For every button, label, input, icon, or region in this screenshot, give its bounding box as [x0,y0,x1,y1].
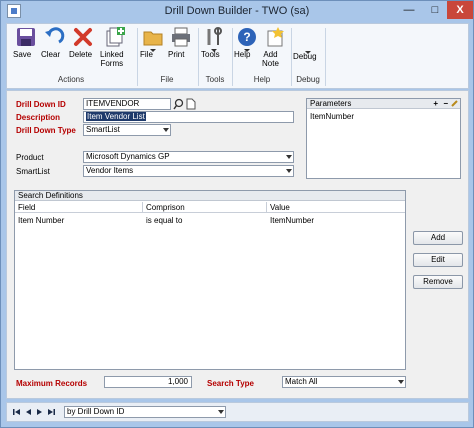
search-type-label: Search Type [207,379,254,388]
delete-button[interactable]: Delete [69,26,97,59]
save-label: Save [13,50,32,59]
chevron-down-icon [163,128,169,132]
product-value: Microsoft Dynamics GP [86,152,170,161]
add-note-label: Add Note [262,50,279,68]
print-label: Print [168,50,185,59]
smartlist-label: SmartList [16,167,50,176]
help-menu-button[interactable]: ? Help [234,26,260,59]
add-note-button[interactable]: Add Note [262,26,288,68]
add-button[interactable]: Add [413,231,463,245]
table-row[interactable]: Item Number is equal to ItemNumber [15,214,405,226]
comparison-column-header[interactable]: Comprison [143,202,267,213]
sort-by-select[interactable]: by Drill Down ID [64,406,226,418]
folder-icon [142,26,164,48]
save-button[interactable]: Save [13,26,39,59]
drill-down-builder-window: Drill Down Builder - TWO (sa) — □ X Save… [0,0,474,428]
ribbon-separator [325,28,326,86]
search-type-select[interactable]: Match All [282,376,406,388]
remove-parameter-icon[interactable]: − [443,99,448,109]
sort-by-value: by Drill Down ID [67,407,125,416]
remove-button[interactable]: Remove [413,275,463,289]
form-content: Drill Down ID ITEMVENDOR Description Ite… [6,90,469,399]
add-note-icon [264,26,286,48]
row-field-cell: Item Number [18,216,65,225]
row-comparison-cell: is equal to [146,216,183,225]
title-bar: Drill Down Builder - TWO (sa) — □ X [1,1,473,23]
tools-icon [203,26,225,48]
file-group-label: File [160,75,174,84]
value-column-header[interactable]: Value [267,202,405,213]
lookup-icon[interactable] [173,98,184,110]
print-icon [170,26,192,48]
product-select[interactable]: Microsoft Dynamics GP [83,151,294,163]
help-group-label: Help [253,75,271,84]
file-menu-button[interactable]: File [140,26,166,59]
save-icon [15,26,37,48]
first-record-icon[interactable] [13,408,21,418]
field-column-header[interactable]: Field [15,202,143,213]
actions-group-label: Actions [57,75,85,84]
ribbon-toolbar: Save Clear Delete Linked Forms Actions F… [6,23,469,89]
parameters-header: Parameters + − [307,99,460,109]
chevron-down-icon [398,380,404,384]
debug-menu-button[interactable]: Debug [293,50,323,61]
maximize-button[interactable]: □ [422,1,448,19]
drill-down-type-label: Drill Down Type [16,126,76,135]
drill-down-id-input[interactable]: ITEMVENDOR [83,98,171,110]
clear-icon [43,26,65,48]
chevron-down-icon [286,155,292,159]
drill-down-type-select[interactable]: SmartList [83,124,171,136]
drill-down-id-label: Drill Down ID [16,100,66,109]
minimize-button[interactable]: — [396,1,422,19]
clear-button[interactable]: Clear [41,26,67,59]
description-input[interactable]: Item Vendor List [83,111,294,123]
navigation-bar: by Drill Down ID [6,402,469,422]
svg-text:?: ? [243,30,250,44]
drill-down-type-value: SmartList [86,125,120,134]
debug-group-label: Debug [296,75,320,84]
linked-forms-label: Linked Forms [100,50,124,68]
maximum-records-label: Maximum Records [16,379,88,388]
smartlist-select[interactable]: Vendor Items [83,165,294,177]
product-label: Product [16,153,44,162]
row-value-cell: ItemNumber [270,216,315,225]
debug-label: Debug [293,52,317,61]
parameter-item[interactable]: ItemNumber [310,112,354,121]
delete-icon [72,26,94,48]
search-type-value: Match All [285,377,318,386]
file-label: File [140,50,153,59]
edit-parameter-icon[interactable] [451,100,458,107]
linked-forms-icon [104,26,126,48]
help-icon: ? [236,26,258,48]
maximum-records-input[interactable]: 1,000 [104,376,192,388]
description-value: Item Vendor List [86,112,146,121]
smartlist-value: Vendor Items [86,166,134,175]
parameters-title: Parameters [310,99,352,108]
linked-forms-button[interactable]: Linked Forms [100,26,130,68]
search-definitions-header: Search Definitions [15,191,405,201]
add-parameter-icon[interactable]: + [433,99,438,109]
parameters-panel: Parameters + − ItemNumber [306,98,461,179]
tools-menu-button[interactable]: Tools [201,26,227,59]
help-label: Help [234,50,251,59]
tools-label: Tools [201,50,220,59]
next-record-icon[interactable] [35,408,43,418]
tools-group-label: Tools [205,75,225,84]
close-button[interactable]: X [447,1,473,19]
previous-record-icon[interactable] [25,408,33,418]
chevron-down-icon [218,410,224,414]
search-definitions-panel: Search Definitions Field Comprison Value… [14,190,406,370]
delete-label: Delete [69,50,93,59]
print-button[interactable]: Print [168,26,194,59]
edit-button[interactable]: Edit [413,253,463,267]
note-icon[interactable] [186,98,196,110]
last-record-icon[interactable] [47,408,55,418]
chevron-down-icon [286,169,292,173]
description-label: Description [16,113,61,122]
clear-label: Clear [41,50,61,59]
